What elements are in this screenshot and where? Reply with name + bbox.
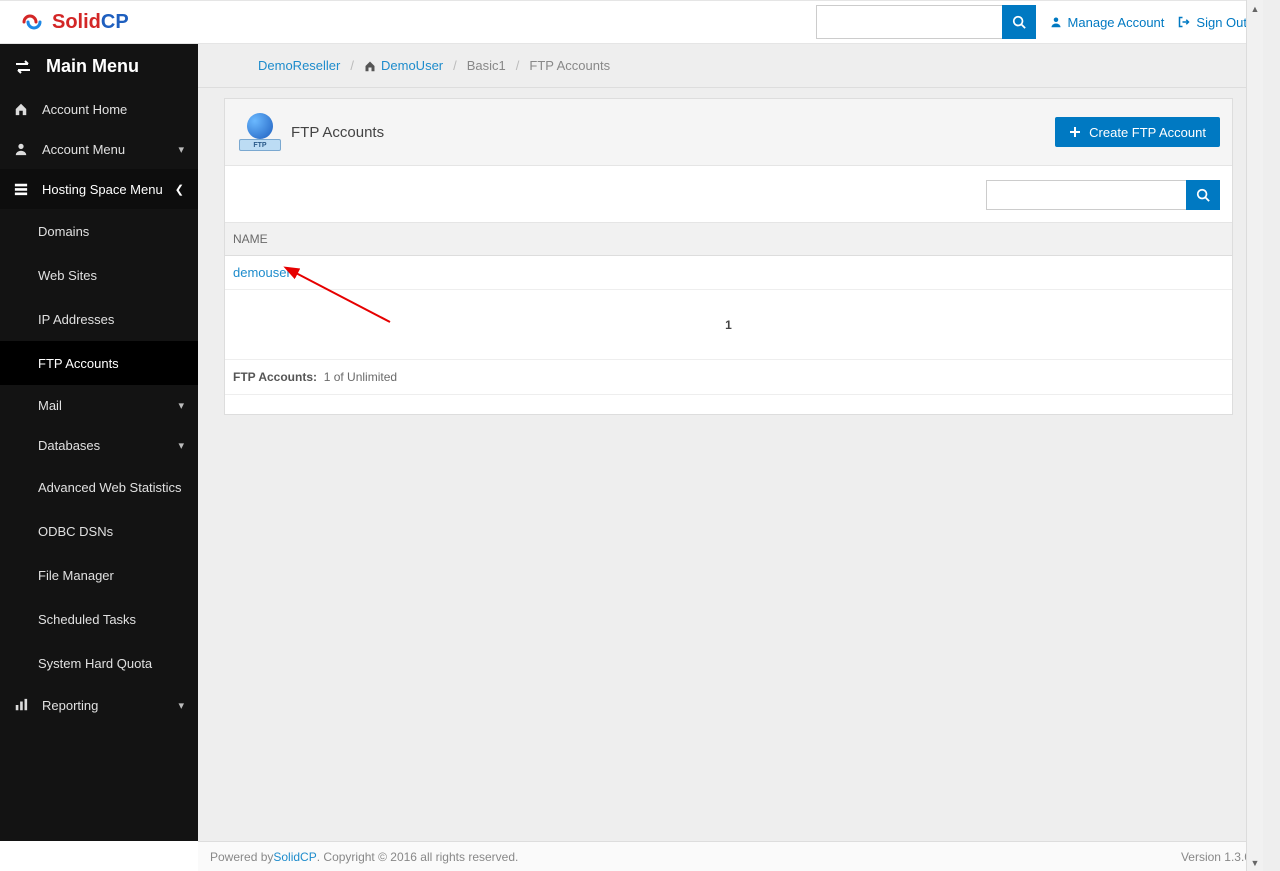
create-ftp-button[interactable]: Create FTP Account [1055,117,1220,147]
scroll-down-icon[interactable]: ▼ [1247,854,1263,871]
quota-row: FTP Accounts: 1 of Unlimited [225,360,1232,394]
user-icon [1050,16,1062,28]
sidebar-sub-stats[interactable]: Advanced Web Statistics [0,465,198,509]
pager: 1 [225,290,1232,360]
user-icon [14,142,34,156]
sidebar-item-label: Databases [38,438,100,453]
sidebar-item-label: Hosting Space Menu [42,182,163,197]
sidebar-item-label: Account Home [42,102,127,117]
sidebar-item-account-menu[interactable]: Account Menu ▾ [0,129,198,169]
ftp-account-link-demouser[interactable]: demouser [233,265,291,280]
panel-tail [225,394,1232,414]
crumb-label: DemoUser [381,58,443,73]
panel-search-button[interactable] [1186,180,1220,210]
chart-icon [14,698,34,712]
top-header: SolidCP Manage Account [0,0,1263,44]
footer-prefix: Powered by [210,850,273,864]
sidebar-item-label: Mail [38,398,62,413]
footer-version: Version 1.3.0 [1181,850,1251,864]
footer: Powered by SolidCP . Copyright © 2016 al… [198,841,1263,871]
sidebar-item-label: Web Sites [38,268,97,283]
manage-account-label: Manage Account [1068,15,1165,30]
create-ftp-label: Create FTP Account [1089,125,1206,140]
main-content: DemoReseller / DemoUser / Basic1 / FTP A… [198,44,1263,841]
crumb-separator: / [506,58,530,73]
sidebar-sub-ip[interactable]: IP Addresses [0,297,198,341]
footer-solidcp-link[interactable]: SolidCP [273,850,316,864]
home-icon [364,60,376,72]
sidebar-item-label: System Hard Quota [38,656,152,671]
sidebar-item-label: IP Addresses [38,312,114,327]
sidebar-item-label: Scheduled Tasks [38,612,136,627]
chevron-left-icon: ❮ [175,183,184,196]
server-icon [14,182,34,196]
quota-value: 1 of Unlimited [324,370,397,384]
manage-account-link[interactable]: Manage Account [1050,15,1165,30]
panel-search-input[interactable] [986,180,1186,210]
breadcrumb: DemoReseller / DemoUser / Basic1 / FTP A… [198,44,1263,88]
panel-header: FTP FTP Accounts Create FTP Account [225,99,1232,166]
menu-swap-icon [14,59,32,75]
sidebar-item-account-home[interactable]: Account Home [0,89,198,129]
sidebar-sub-websites[interactable]: Web Sites [0,253,198,297]
sidebar-item-label: Advanced Web Statistics [38,480,182,495]
sidebar-sub-scheduled[interactable]: Scheduled Tasks [0,597,198,641]
panel-search-row [225,166,1232,223]
global-search [816,5,1036,39]
signout-icon [1178,16,1190,28]
sidebar-sub-quota[interactable]: System Hard Quota [0,641,198,685]
logo-text: SolidCP [52,11,129,34]
logo-swirl-icon [16,10,48,34]
sidebar-item-label: Reporting [42,698,98,713]
sidebar-item-label: ODBC DSNs [38,524,113,539]
crumb-current: FTP Accounts [529,58,610,73]
ftp-panel: FTP FTP Accounts Create FTP Account [224,98,1233,415]
table-row: demouser [225,256,1232,290]
crumb-basic1: Basic1 [467,58,506,73]
crumb-demoreseller[interactable]: DemoReseller [258,58,340,73]
page-scrollbar[interactable]: ▲ ▼ [1246,0,1263,871]
sidebar-item-reporting[interactable]: Reporting ▾ [0,685,198,725]
chevron-down-icon: ▾ [178,143,184,156]
plus-icon [1069,126,1081,138]
chevron-down-icon: ▾ [178,399,184,412]
sidebar: Main Menu Account Home Account Menu ▾ [0,44,198,841]
sidebar-sub-file-manager[interactable]: File Manager [0,553,198,597]
search-icon [1012,15,1026,29]
sidebar-item-label: FTP Accounts [38,356,119,371]
sidebar-sub-domains[interactable]: Domains [0,209,198,253]
search-icon [1196,188,1210,202]
chevron-down-icon: ▾ [178,699,184,712]
sidebar-item-label: Account Menu [42,142,125,157]
main-menu-header: Main Menu [0,44,198,89]
home-icon [14,102,34,116]
sidebar-sub-ftp[interactable]: FTP Accounts [0,341,198,385]
logo[interactable]: SolidCP [16,10,129,34]
sign-out-link[interactable]: Sign Out [1178,15,1247,30]
page-number[interactable]: 1 [725,318,732,332]
crumb-demouser[interactable]: DemoUser [364,58,443,73]
sign-out-label: Sign Out [1196,15,1247,30]
crumb-separator: / [443,58,467,73]
sidebar-item-label: File Manager [38,568,114,583]
sidebar-item-hosting-space[interactable]: Hosting Space Menu ❮ [0,169,198,209]
chevron-down-icon: ▾ [178,439,184,452]
panel-title: FTP Accounts [291,124,384,141]
sidebar-sub-databases[interactable]: Databases ▾ [0,425,198,465]
global-search-button[interactable] [1002,5,1036,39]
global-search-input[interactable] [816,5,1002,39]
main-menu-title: Main Menu [46,56,139,77]
ftp-icon: FTP [239,113,281,151]
sidebar-item-label: Domains [38,224,89,239]
crumb-separator: / [340,58,364,73]
sidebar-sub-mail[interactable]: Mail ▾ [0,385,198,425]
scroll-up-icon[interactable]: ▲ [1247,0,1263,17]
table-header-name: NAME [225,223,1232,256]
quota-label: FTP Accounts: [233,370,317,384]
sidebar-sub-odbc[interactable]: ODBC DSNs [0,509,198,553]
footer-suffix: . Copyright © 2016 all rights reserved. [317,850,519,864]
